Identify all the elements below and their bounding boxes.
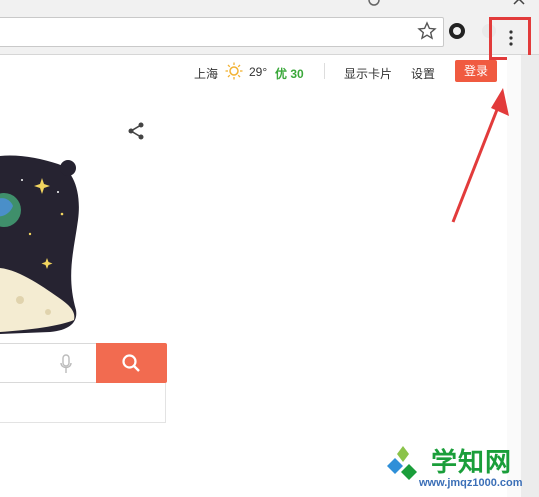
window-titlebar: [0, 0, 539, 10]
watermark: 学知网 www.jmqz1000.com: [383, 440, 533, 497]
share-icon[interactable]: [126, 121, 146, 141]
show-cards-link[interactable]: 显示卡片: [344, 65, 392, 82]
weather-city[interactable]: 上海: [194, 65, 218, 82]
watermark-url: www.jmqz1000.com: [419, 477, 523, 489]
settings-link[interactable]: 设置: [411, 65, 435, 82]
annotation-arrow: [451, 88, 509, 223]
close-icon[interactable]: [513, 0, 525, 5]
space-illustration: [0, 155, 79, 334]
header-divider: [324, 63, 325, 79]
address-bar[interactable]: [0, 17, 444, 47]
page-header: 上海 29° 优 30 显示卡片 设置 登录: [0, 60, 507, 84]
weather-temperature: 29°: [249, 65, 268, 79]
browser-toolbar: [0, 10, 539, 60]
window-icon: [368, 0, 380, 6]
extension-icon[interactable]: [447, 21, 467, 41]
star-icon[interactable]: [417, 21, 437, 41]
air-quality-badge: 优 30: [275, 67, 304, 81]
search-input[interactable]: [0, 343, 96, 383]
more-menu-button[interactable]: [489, 17, 531, 60]
search-button[interactable]: [96, 343, 167, 383]
sun-icon: [225, 62, 243, 80]
search-icon: [122, 354, 140, 372]
search-suggestions: [0, 383, 166, 423]
watermark-title: 学知网: [431, 448, 513, 478]
scrollbar[interactable]: [521, 55, 539, 497]
login-button[interactable]: 登录: [455, 60, 497, 82]
more-vert-icon: [509, 30, 513, 46]
microphone-icon[interactable]: [59, 354, 73, 374]
